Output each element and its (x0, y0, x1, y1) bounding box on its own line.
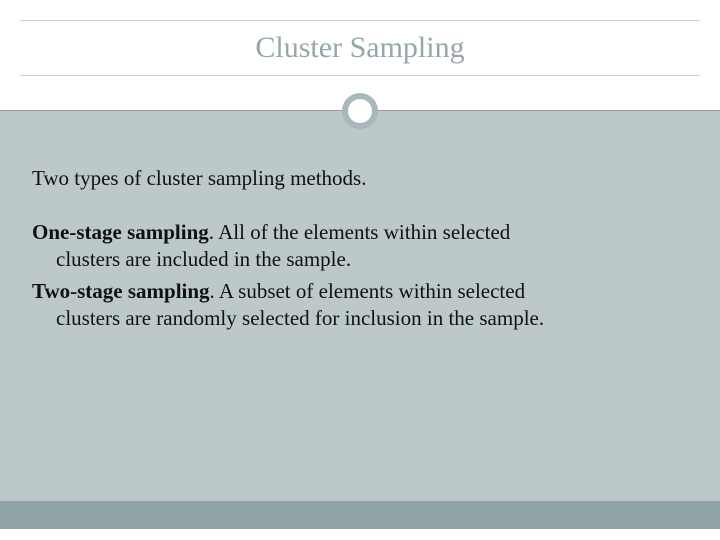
title-area: Cluster Sampling (0, 0, 720, 108)
item-heading: Two-stage sampling (32, 279, 210, 303)
slide-title: Cluster Sampling (255, 31, 464, 65)
intro-text: Two types of cluster sampling methods. (32, 166, 688, 191)
item-heading: One-stage sampling (32, 220, 209, 244)
item-text: . A subset of elements within selected (210, 279, 526, 303)
list-item: One-stage sampling. All of the elements … (32, 219, 688, 274)
item-text-cont: clusters are included in the sample. (32, 246, 688, 273)
footer-band (0, 501, 720, 529)
body-area: Two types of cluster sampling methods. O… (0, 111, 720, 529)
list-item: Two-stage sampling. A subset of elements… (32, 278, 688, 333)
item-text-cont: clusters are randomly selected for inclu… (32, 305, 688, 332)
item-text: . All of the elements within selected (209, 220, 511, 244)
ring-icon (342, 93, 378, 129)
